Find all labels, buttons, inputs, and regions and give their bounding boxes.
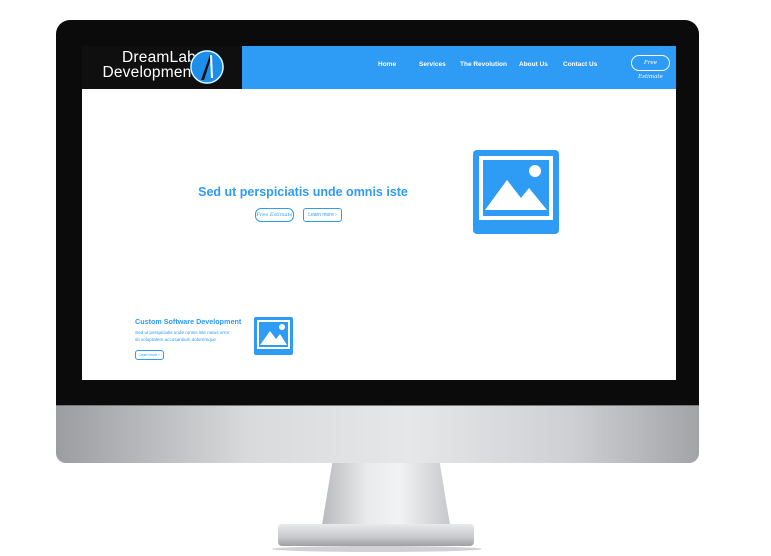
- section-title: Custom Software Development: [135, 317, 242, 326]
- logo-line1: DreamLab: [122, 49, 196, 66]
- nav-contact-us[interactable]: Contact Us: [563, 61, 597, 68]
- nav-about-us[interactable]: About Us: [519, 61, 548, 68]
- stand-shadow: [272, 546, 482, 552]
- section-learn-more-button[interactable]: Learn more ›: [135, 350, 164, 360]
- monitor-stand-base: [278, 524, 474, 546]
- logo-line2: Development: [102, 64, 196, 81]
- monitor-chin: [56, 405, 699, 463]
- website-screen: DreamLab Development Home Services The R…: [82, 46, 676, 380]
- nav-home[interactable]: Home: [378, 61, 396, 68]
- section-body-line1: Sed ut perspiciatis unde omnis iste natu…: [135, 330, 230, 335]
- nav-the-revolution[interactable]: The Revolution: [460, 61, 507, 68]
- logo-mark-icon: [190, 50, 224, 84]
- image-placeholder-icon: [254, 317, 293, 355]
- hero-learn-more-button[interactable]: Learn more ›: [303, 208, 342, 222]
- free-estimate-button[interactable]: Free Estimate: [631, 55, 670, 80]
- monitor-stand-neck: [322, 463, 450, 525]
- section-body: Sed ut perspiciatis unde omnis iste natu…: [135, 329, 247, 343]
- logo-block[interactable]: DreamLab Development: [82, 46, 242, 89]
- hero-title: Sed ut perspiciatis unde omnis iste: [198, 185, 408, 199]
- logo-text: DreamLab Development: [86, 49, 196, 81]
- site-header: DreamLab Development Home Services The R…: [82, 46, 676, 89]
- section-body-line2: sit voluptatem accusantium doloremque: [135, 337, 216, 342]
- image-placeholder-icon: [473, 150, 559, 234]
- hero-free-estimate-button[interactable]: Free Estimate: [255, 208, 294, 222]
- nav-services[interactable]: Services: [419, 61, 446, 68]
